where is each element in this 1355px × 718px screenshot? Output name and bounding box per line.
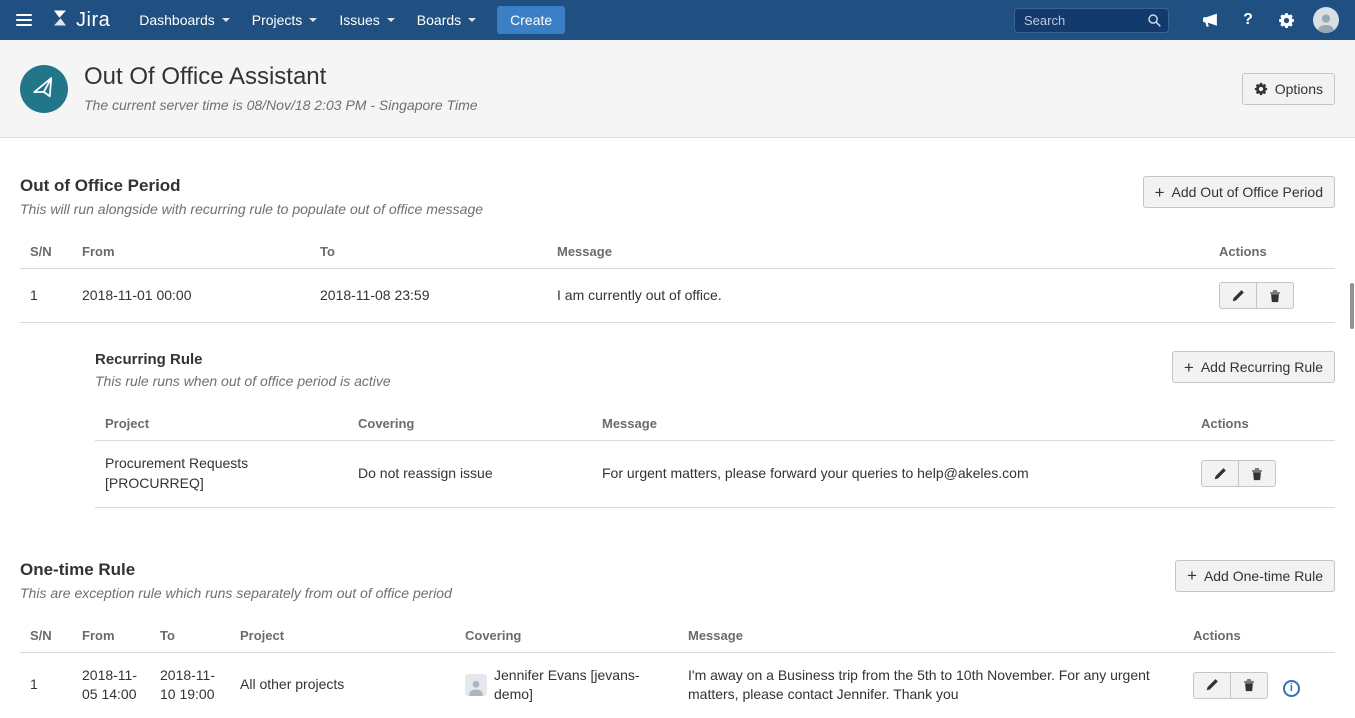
plus-icon: + bbox=[1155, 187, 1165, 198]
period-table: S/N From To Message Actions 1 2018-11-01… bbox=[20, 235, 1335, 323]
onetime-row-project: All other projects bbox=[230, 652, 455, 718]
recurring-section-title: Recurring Rule bbox=[95, 351, 1172, 368]
table-row: 1 2018-11-01 00:00 2018-11-08 23:59 I am… bbox=[20, 269, 1335, 323]
col-header-message: Message bbox=[592, 407, 1191, 441]
nav-issues-label: Issues bbox=[339, 12, 379, 28]
col-header-to: To bbox=[150, 619, 230, 653]
col-header-covering: Covering bbox=[455, 619, 678, 653]
gear-icon[interactable] bbox=[1275, 9, 1297, 31]
nav-boards-label: Boards bbox=[417, 12, 461, 28]
hamburger-menu-icon[interactable] bbox=[16, 14, 32, 26]
megaphone-icon[interactable] bbox=[1199, 9, 1221, 31]
col-header-actions: Actions bbox=[1191, 407, 1335, 441]
onetime-section-subtitle: This are exception rule which runs separ… bbox=[20, 585, 1175, 601]
delete-button[interactable] bbox=[1238, 460, 1276, 487]
period-section-subtitle: This will run alongside with recurring r… bbox=[20, 201, 1143, 217]
period-row-to: 2018-11-08 23:59 bbox=[310, 269, 547, 323]
gear-icon bbox=[1254, 82, 1268, 96]
edit-button[interactable] bbox=[1219, 282, 1257, 309]
out-of-office-period-section: Out of Office Period This will run along… bbox=[20, 176, 1335, 507]
options-button-label: Options bbox=[1275, 81, 1323, 97]
period-section-title: Out of Office Period bbox=[20, 176, 1143, 196]
recurring-rule-section: Recurring Rule This rule runs when out o… bbox=[95, 351, 1335, 507]
quick-search bbox=[1014, 8, 1169, 33]
help-icon[interactable]: ? bbox=[1237, 9, 1259, 31]
period-row-from: 2018-11-01 00:00 bbox=[72, 269, 310, 323]
page-header: Out Of Office Assistant The current serv… bbox=[0, 40, 1355, 138]
recurring-row-covering: Do not reassign issue bbox=[348, 441, 592, 507]
edit-button[interactable] bbox=[1201, 460, 1239, 487]
add-one-time-rule-button[interactable]: + Add One-time Rule bbox=[1175, 560, 1335, 592]
col-header-actions: Actions bbox=[1209, 235, 1335, 269]
one-time-rule-section: One-time Rule This are exception rule wh… bbox=[20, 560, 1335, 718]
period-row-sn: 1 bbox=[20, 269, 72, 323]
recurring-row-project: Procurement Requests [PROCURREQ] bbox=[95, 441, 348, 507]
paper-plane-icon bbox=[20, 65, 68, 113]
info-icon[interactable]: i bbox=[1283, 680, 1300, 697]
options-button[interactable]: Options bbox=[1242, 73, 1335, 105]
onetime-row-sn: 1 bbox=[20, 652, 72, 718]
col-header-sn: S/N bbox=[20, 235, 72, 269]
user-avatar[interactable] bbox=[1313, 7, 1339, 33]
col-header-message: Message bbox=[678, 619, 1173, 653]
search-icon[interactable] bbox=[1147, 13, 1162, 33]
period-row-message: I am currently out of office. bbox=[547, 269, 1209, 323]
onetime-row-to: 2018-11-10 19:00 bbox=[150, 652, 230, 718]
nav-boards[interactable]: Boards bbox=[406, 0, 487, 40]
nav-dashboards-label: Dashboards bbox=[139, 12, 215, 28]
edit-button[interactable] bbox=[1193, 672, 1231, 699]
help-glyph: ? bbox=[1243, 11, 1253, 29]
nav-dashboards[interactable]: Dashboards bbox=[128, 0, 241, 40]
col-header-covering: Covering bbox=[348, 407, 592, 441]
onetime-row-from: 2018-11-05 14:00 bbox=[72, 652, 150, 718]
nav-projects[interactable]: Projects bbox=[241, 0, 329, 40]
chevron-down-icon bbox=[468, 18, 476, 22]
plus-icon: + bbox=[1184, 362, 1194, 373]
col-header-from: From bbox=[72, 235, 310, 269]
chevron-down-icon bbox=[387, 18, 395, 22]
jira-logo[interactable]: Jira bbox=[50, 8, 110, 33]
plus-icon: + bbox=[1187, 570, 1197, 581]
recurring-row-message: For urgent matters, please forward your … bbox=[592, 441, 1191, 507]
covering-user: Jennifer Evans [jevans-demo] bbox=[465, 666, 668, 705]
chevron-down-icon bbox=[222, 18, 230, 22]
col-header-sn: S/N bbox=[20, 619, 72, 653]
recurring-section-subtitle: This rule runs when out of office period… bbox=[95, 373, 1172, 389]
user-avatar bbox=[465, 674, 487, 696]
jira-logo-icon bbox=[50, 8, 70, 33]
table-row: 1 2018-11-05 14:00 2018-11-10 19:00 All … bbox=[20, 652, 1335, 718]
add-recurring-label: Add Recurring Rule bbox=[1201, 359, 1323, 375]
add-period-label: Add Out of Office Period bbox=[1172, 184, 1324, 200]
onetime-row-covering: Jennifer Evans [jevans-demo] bbox=[494, 666, 668, 705]
nav-projects-label: Projects bbox=[252, 12, 303, 28]
col-header-message: Message bbox=[547, 235, 1209, 269]
jira-logo-text: Jira bbox=[76, 9, 110, 32]
col-header-from: From bbox=[72, 619, 150, 653]
server-time-subtitle: The current server time is 08/Nov/18 2:0… bbox=[84, 97, 478, 113]
onetime-table: S/N From To Project Covering Message Act… bbox=[20, 619, 1335, 718]
create-button[interactable]: Create bbox=[497, 6, 565, 34]
col-header-actions: Actions bbox=[1173, 619, 1335, 653]
col-header-project: Project bbox=[95, 407, 348, 441]
delete-button[interactable] bbox=[1230, 672, 1268, 699]
scrollbar-thumb[interactable] bbox=[1350, 283, 1354, 329]
add-out-of-office-period-button[interactable]: + Add Out of Office Period bbox=[1143, 176, 1335, 208]
onetime-section-title: One-time Rule bbox=[20, 560, 1175, 580]
delete-button[interactable] bbox=[1256, 282, 1294, 309]
col-header-to: To bbox=[310, 235, 547, 269]
chevron-down-icon bbox=[309, 18, 317, 22]
search-input[interactable] bbox=[1014, 8, 1169, 33]
page-title: Out Of Office Assistant bbox=[84, 64, 478, 90]
nav-issues[interactable]: Issues bbox=[328, 0, 405, 40]
onetime-row-message: I'm away on a Business trip from the 5th… bbox=[678, 652, 1173, 718]
col-header-project: Project bbox=[230, 619, 455, 653]
recurring-table: Project Covering Message Actions Procure… bbox=[95, 407, 1335, 507]
add-recurring-rule-button[interactable]: + Add Recurring Rule bbox=[1172, 351, 1335, 383]
add-onetime-label: Add One-time Rule bbox=[1204, 568, 1323, 584]
table-row: Procurement Requests [PROCURREQ] Do not … bbox=[95, 441, 1335, 507]
top-navbar: Jira Dashboards Projects Issues Boards C… bbox=[0, 0, 1355, 40]
